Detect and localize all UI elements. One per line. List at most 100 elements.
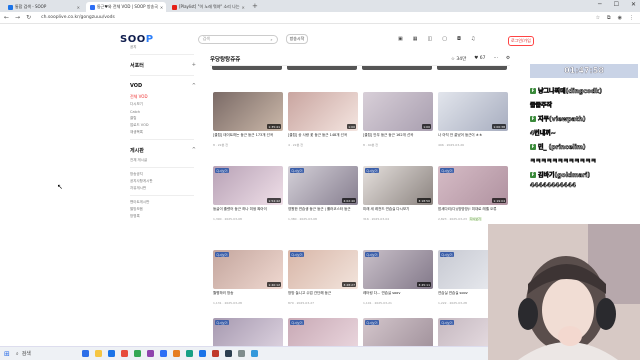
vod-title[interactable]: [클립] 데이트하는 둥근 둥근 173개 선곡 bbox=[213, 133, 283, 142]
minimize-icon[interactable]: ─ bbox=[598, 1, 602, 8]
vod-thumbnail[interactable]: 다시보기 1:40:12 bbox=[213, 250, 283, 289]
vod-card[interactable]: 다시보기 3:18:50 미래 세 레전드 연습실 다시보기 316 · 2025-0… bbox=[363, 166, 433, 221]
profile-icon[interactable]: ◉ bbox=[618, 15, 622, 21]
vod-card[interactable]: 1:00 [클립] 안무 둥근 둥근 162개 선곡 8 · 40분 전 bbox=[363, 92, 433, 147]
bookmark-count[interactable]: ☆ 34만 bbox=[451, 56, 466, 62]
sidebar-section-supporter[interactable]: 서포터 + bbox=[130, 58, 200, 72]
sidebar-item-clip[interactable]: 클립 bbox=[130, 115, 200, 122]
browser-tab[interactable]: [Playlist] "이 노래 뭐야" 소리 나는 ✕ bbox=[168, 2, 248, 12]
vod-thumbnail[interactable]: 다시보기 1:54:42 bbox=[213, 166, 283, 205]
follow-count[interactable]: ♥ 67 bbox=[474, 56, 485, 61]
sidebar-item[interactable]: 짤방모음 bbox=[130, 206, 200, 213]
browser-tab[interactable]: 둥근♥와 전체 VOD | SOOP 방송국 ✕ bbox=[86, 2, 166, 12]
box-icon[interactable]: ▢ bbox=[442, 36, 447, 42]
taskbar-app-icon[interactable] bbox=[159, 350, 167, 357]
taskbar-app-icon[interactable] bbox=[120, 350, 128, 357]
vod-title[interactable]: 밤새다리(다)(방방방)! 미대로 레벨 오류 bbox=[438, 207, 508, 216]
taskbar-app-icon[interactable] bbox=[172, 350, 180, 357]
taskbar-app-icon[interactable] bbox=[237, 350, 245, 357]
sidebar-item-replay[interactable]: 다시보기 bbox=[130, 101, 200, 108]
taskbar-app-icon[interactable] bbox=[250, 350, 258, 357]
cast-icon[interactable]: ◫ bbox=[427, 36, 432, 42]
vod-card[interactable]: 1:00:38 나 아직 안 끝났어 둥근이 ㅎㅎ 496 · 2025-03-26 bbox=[438, 92, 508, 147]
vod-thumbnail[interactable]: 다시보기 3:18:50 bbox=[363, 166, 433, 205]
vod-title[interactable]: [클립] 상 사랑 꽃 둥근 둥근 148개 선곡 bbox=[288, 133, 358, 142]
vod-card[interactable]: 다시보기 1:40:12 월병하러 방송 1,131 · 2025-03-28 bbox=[213, 250, 283, 305]
sidebar-item-playlist[interactable]: 재생목록 bbox=[130, 129, 200, 136]
search-input[interactable]: 검색 ⌕ bbox=[197, 34, 278, 44]
vod-title[interactable]: 미래 세 레전드 연습실 다시보기 bbox=[363, 207, 433, 216]
url-field[interactable]: ch.sooplive.co.kr/gongzuuu/vods bbox=[41, 15, 115, 20]
vod-thumbnail[interactable]: 1:35:41 bbox=[213, 92, 283, 131]
taskbar-app-icon[interactable] bbox=[185, 350, 193, 357]
go-live-button[interactable]: 방송시작 bbox=[285, 34, 309, 44]
sidebar-section-board[interactable]: 게시판 ^ bbox=[130, 143, 200, 157]
new-tab-button[interactable]: + bbox=[252, 2, 258, 10]
forward-icon[interactable]: → bbox=[15, 14, 20, 21]
vod-thumbnail[interactable]: 1:00 bbox=[288, 92, 358, 131]
sidebar-item[interactable]: 자유게시판 bbox=[130, 185, 200, 192]
reload-icon[interactable]: ↻ bbox=[26, 14, 31, 21]
windows-start-icon[interactable]: ⊞ bbox=[4, 350, 10, 358]
vod-title[interactable]: [클립] 안무 둥근 둥근 162개 선곡 bbox=[363, 133, 433, 142]
vod-thumbnail[interactable]: 1:00 bbox=[363, 92, 433, 131]
soop-logo[interactable]: SOOP bbox=[120, 34, 154, 45]
browser-tab[interactable]: 통합 검색 - SOOP ✕ bbox=[4, 2, 84, 12]
vod-card[interactable]: 다시보기 3:28:27 방방 놀니고 수업 간단해 둥근 870 · 2025-03… bbox=[288, 250, 358, 305]
taskbar-app-icon[interactable] bbox=[81, 350, 89, 357]
vod-card[interactable]: 다시보기 1:19:04 밤새다리(다)(방방방)! 미대로 레벨 오류 2,823 … bbox=[438, 166, 508, 221]
taskbar-app-icon[interactable] bbox=[133, 350, 141, 357]
sidebar-item-all-vod[interactable]: 전체 VOD bbox=[130, 93, 200, 101]
notification-icon[interactable]: ♫ bbox=[471, 36, 475, 42]
vod-title[interactable]: 영원한 연습생 둥근 둥근 | 롤러코스터 둥근 bbox=[288, 207, 358, 216]
sidebar-item-notice[interactable]: 공지 bbox=[130, 44, 200, 51]
taskbar-search[interactable]: ⌕ 검색 bbox=[16, 350, 76, 358]
sidebar-item-all-posts[interactable]: 전체 게시글 bbox=[130, 157, 200, 164]
maximize-icon[interactable]: ☐ bbox=[614, 1, 619, 8]
taskbar-app-icon[interactable] bbox=[198, 350, 206, 357]
sidebar-item[interactable]: 공지사항게시판 bbox=[130, 178, 200, 185]
vod-card[interactable]: 다시보기 1:54:42 둥글이 흘렸어 둥근 하나 미생 짜아이 1,390 · 2… bbox=[213, 166, 283, 221]
taskbar-app-icon[interactable] bbox=[107, 350, 115, 357]
taskbar-app-icon[interactable] bbox=[146, 350, 154, 357]
sidebar-item[interactable]: 방명록 bbox=[130, 213, 200, 220]
vod-thumbnail[interactable]: 1:00:38 bbox=[438, 92, 508, 131]
replay-badge: 다시보기 bbox=[215, 320, 230, 325]
sidebar-item-catch[interactable]: Catch bbox=[130, 108, 200, 115]
taskbar-app-icon[interactable] bbox=[224, 350, 232, 357]
camera-icon[interactable]: ◘ bbox=[457, 36, 461, 42]
sidebar-item[interactable]: 방송공지 bbox=[130, 171, 200, 178]
vod-title[interactable]: 방방 놀니고 수업 간단해 둥근 bbox=[288, 291, 358, 300]
more-icon[interactable]: ⋯ bbox=[493, 56, 498, 61]
calendar-icon[interactable]: ▦ bbox=[413, 36, 418, 42]
vod-card[interactable]: 1:00 [클립] 상 사랑 꽃 둥근 둥근 148개 선곡 4 · 22분 전 bbox=[288, 92, 358, 147]
vod-thumbnail[interactable]: 다시보기 3:45:11 bbox=[363, 250, 433, 289]
star-icon[interactable]: ☆ bbox=[596, 15, 600, 21]
close-icon[interactable]: ✕ bbox=[77, 5, 80, 10]
vod-card[interactable]: 다시보기 3:45:11 레터링 다... 연습실 soov 1,101 · 2025… bbox=[363, 250, 433, 305]
login-button[interactable]: 로그인/가입 bbox=[508, 36, 534, 46]
taskbar-app-icon[interactable] bbox=[211, 350, 219, 357]
back-icon[interactable]: ← bbox=[4, 14, 9, 21]
settings-icon[interactable]: ⚙ bbox=[506, 56, 510, 61]
vod-card[interactable]: 1:35:41 [클립] 데이트하는 둥근 둥근 173개 선곡 8 · 22분 전 bbox=[213, 92, 283, 147]
vod-title[interactable]: 나 아직 안 끝났어 둥근이 ㅎㅎ bbox=[438, 133, 508, 142]
vod-title[interactable]: 둥글이 흘렸어 둥근 하나 미생 짜아이 bbox=[213, 207, 283, 216]
close-icon[interactable]: ✕ bbox=[242, 5, 245, 10]
vod-card[interactable]: 다시보기 4:02:40 영원한 연습생 둥근 둥근 | 롤러코스터 둥근 1,380… bbox=[288, 166, 358, 221]
sidebar-item[interactable]: 팬아트게시판 bbox=[130, 199, 200, 206]
sidebar-item-upload-vod[interactable]: 업로드 VOD bbox=[130, 122, 200, 129]
close-icon[interactable]: ✕ bbox=[631, 1, 636, 8]
taskbar-app-icon[interactable] bbox=[94, 350, 102, 357]
vod-icon[interactable]: ▣ bbox=[398, 36, 403, 42]
vod-title[interactable]: 레터링 다... 연습실 soov bbox=[363, 291, 433, 300]
extensions-icon[interactable]: ⧉ bbox=[607, 15, 611, 21]
sidebar-section-vod[interactable]: VOD ^ bbox=[130, 79, 200, 93]
close-icon[interactable]: ✕ bbox=[160, 5, 163, 10]
menu-icon[interactable]: ⋮ bbox=[629, 15, 634, 21]
vod-thumbnail[interactable]: 다시보기 1:19:04 bbox=[438, 166, 508, 205]
vod-thumbnail[interactable]: 다시보기 4:02:40 bbox=[288, 166, 358, 205]
vod-title[interactable]: 월병하러 방송 bbox=[213, 291, 283, 300]
search-icon[interactable]: ⌕ bbox=[270, 37, 272, 42]
vod-thumbnail[interactable]: 다시보기 3:28:27 bbox=[288, 250, 358, 289]
